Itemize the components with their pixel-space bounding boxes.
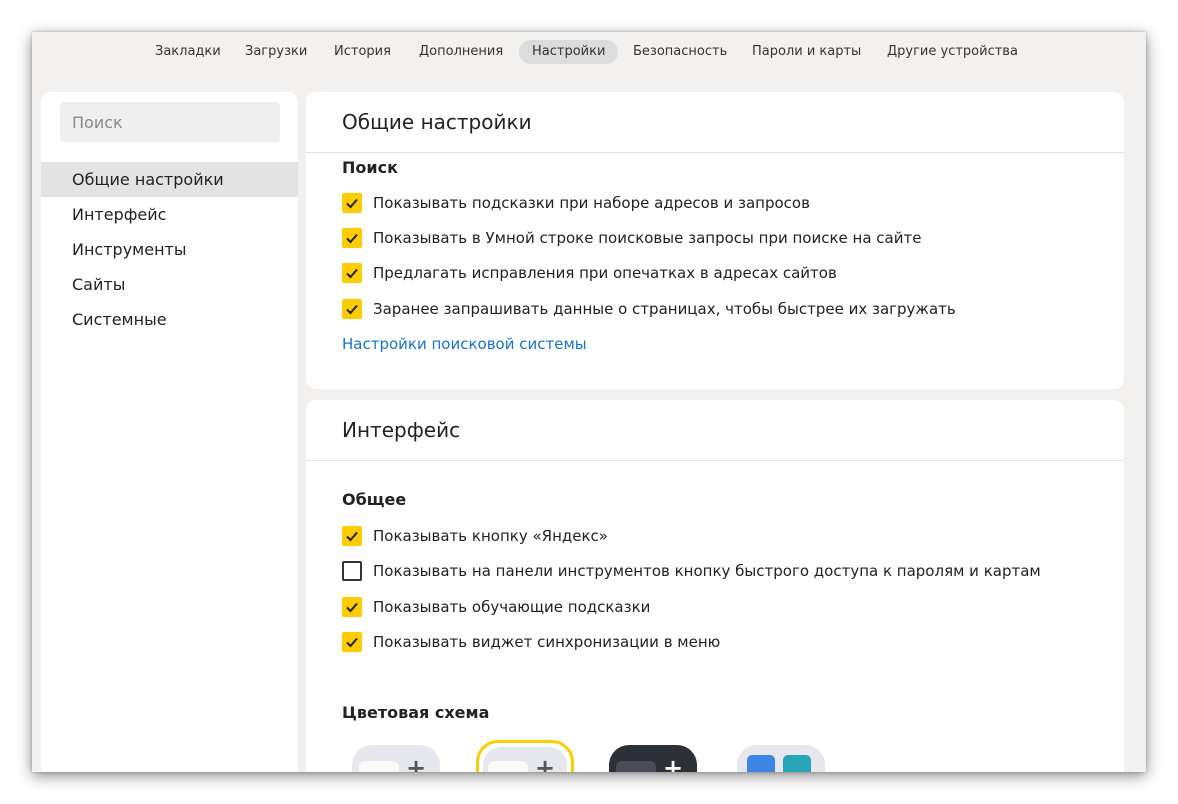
- nav-passwords-cards[interactable]: Пароли и карты: [739, 40, 874, 64]
- divider: [306, 152, 1124, 153]
- sidebar-item-general[interactable]: Общие настройки: [41, 162, 298, 197]
- option-passwords-quick-access[interactable]: Показывать на панели инструментов кнопку…: [342, 560, 1041, 582]
- theme-light-option[interactable]: +: [352, 745, 440, 772]
- option-sync-widget[interactable]: Показывать виджет синхронизации в меню: [342, 631, 720, 653]
- general-settings-title: Общие настройки: [342, 110, 532, 134]
- checkmark-icon: [346, 268, 358, 279]
- checkbox[interactable]: [342, 632, 362, 652]
- checkmark-icon: [346, 637, 358, 648]
- divider: [306, 460, 1124, 461]
- settings-sidebar: Общие настройки Интерфейс Инструменты Са…: [41, 92, 298, 772]
- settings-search-input[interactable]: [60, 102, 280, 142]
- tab-preview: [488, 761, 528, 772]
- theme-light-selected-option[interactable]: +: [476, 740, 574, 772]
- plus-icon: +: [663, 754, 684, 772]
- checkmark-icon: [346, 531, 358, 542]
- option-yandex-button[interactable]: Показывать кнопку «Яндекс»: [342, 525, 608, 547]
- sidebar-item-sites[interactable]: Сайты: [41, 267, 298, 302]
- color-scheme-heading: Цветовая схема: [342, 703, 490, 722]
- interface-settings-title: Интерфейс: [342, 418, 461, 442]
- option-label: Показывать в Умной строке поисковые запр…: [373, 229, 922, 247]
- teal-tab-swatch: [783, 755, 811, 772]
- blue-tab-swatch: [747, 755, 775, 772]
- option-label: Показывать подсказки при наборе адресов …: [373, 194, 810, 212]
- nav-history[interactable]: История: [321, 40, 404, 64]
- top-navigation: Закладки Загрузки История Дополнения Нас…: [32, 32, 1146, 72]
- nav-other-devices[interactable]: Другие устройства: [874, 40, 1031, 64]
- checkbox[interactable]: [342, 526, 362, 546]
- checkbox[interactable]: [342, 263, 362, 283]
- common-section-heading: Общее: [342, 490, 407, 509]
- sidebar-item-interface[interactable]: Интерфейс: [41, 197, 298, 232]
- search-engine-settings-link[interactable]: Настройки поисковой системы: [342, 335, 587, 353]
- sidebar-item-tools[interactable]: Инструменты: [41, 232, 298, 267]
- nav-settings[interactable]: Настройки: [519, 40, 619, 64]
- general-settings-card: Общие настройки Поиск Показывать подсказ…: [306, 92, 1124, 389]
- option-address-hints[interactable]: Показывать подсказки при наборе адресов …: [342, 192, 810, 214]
- nav-security[interactable]: Безопасность: [620, 40, 740, 64]
- nav-bookmarks[interactable]: Закладки: [142, 40, 234, 64]
- checkbox[interactable]: [342, 299, 362, 319]
- checkmark-icon: [346, 602, 358, 613]
- option-tutorial-hints[interactable]: Показывать обучающие подсказки: [342, 596, 650, 618]
- checkbox[interactable]: [342, 561, 362, 581]
- browser-settings-window: Закладки Загрузки История Дополнения Нас…: [32, 32, 1146, 772]
- sidebar-item-system[interactable]: Системные: [41, 302, 298, 337]
- option-label: Показывать кнопку «Яндекс»: [373, 527, 608, 545]
- option-label: Показывать обучающие подсказки: [373, 598, 651, 616]
- interface-settings-card: Интерфейс Общее Показывать кнопку «Яндек…: [306, 400, 1124, 772]
- option-preload-pages[interactable]: Заранее запрашивать данные о страницах, …: [342, 298, 956, 320]
- checkbox[interactable]: [342, 228, 362, 248]
- theme-colored-option[interactable]: [737, 745, 825, 772]
- theme-preview: +: [483, 747, 567, 772]
- option-smart-line-queries[interactable]: Показывать в Умной строке поисковые запр…: [342, 227, 921, 249]
- plus-icon: +: [535, 754, 556, 772]
- tab-preview: [359, 761, 399, 772]
- theme-dark-option[interactable]: +: [609, 745, 697, 772]
- option-label: Показывать виджет синхронизации в меню: [373, 633, 721, 651]
- option-label: Показывать на панели инструментов кнопку…: [373, 562, 1041, 580]
- option-label: Предлагать исправления при опечатках в а…: [373, 264, 837, 282]
- search-section-heading: Поиск: [342, 158, 398, 177]
- checkmark-icon: [346, 304, 358, 315]
- checkbox[interactable]: [342, 597, 362, 617]
- option-label: Заранее запрашивать данные о страницах, …: [373, 300, 956, 318]
- tab-preview: [616, 761, 656, 772]
- nav-extensions[interactable]: Дополнения: [406, 40, 516, 64]
- checkmark-icon: [346, 233, 358, 244]
- nav-downloads[interactable]: Загрузки: [232, 40, 320, 64]
- plus-icon: +: [406, 754, 427, 772]
- option-typo-corrections[interactable]: Предлагать исправления при опечатках в а…: [342, 262, 837, 284]
- checkbox[interactable]: [342, 193, 362, 213]
- checkmark-icon: [346, 198, 358, 209]
